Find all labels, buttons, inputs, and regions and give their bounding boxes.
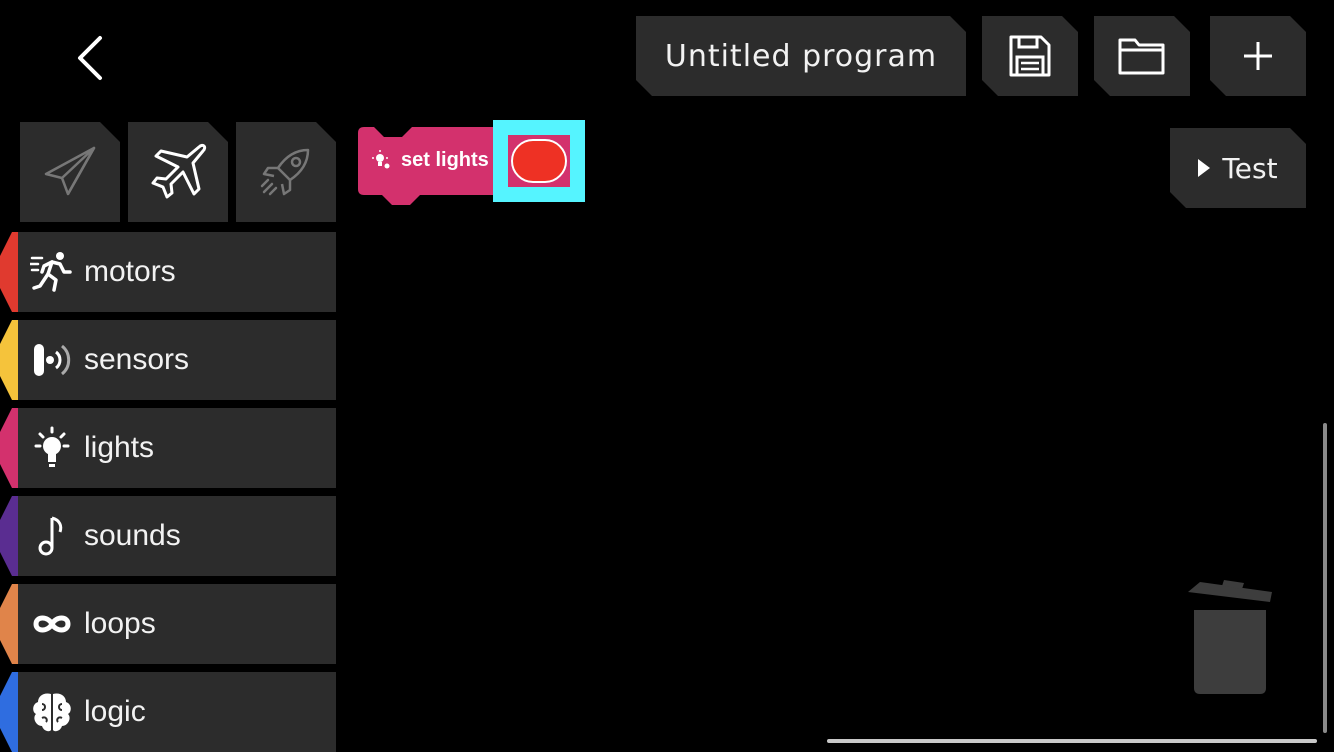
category-label: sounds xyxy=(84,519,181,552)
color-selector-frame xyxy=(508,135,570,187)
category-motors[interactable]: motors xyxy=(0,232,336,312)
block-label: set lights xyxy=(401,149,489,171)
rocket-icon xyxy=(258,144,314,200)
category-label: lights xyxy=(84,431,155,464)
new-program-button[interactable] xyxy=(1210,16,1306,96)
category-loops[interactable]: loops xyxy=(0,584,336,664)
category-label: motors xyxy=(84,255,176,288)
tab-airplane[interactable] xyxy=(128,122,228,222)
category-label: loops xyxy=(84,607,156,640)
trash-can-icon[interactable] xyxy=(1186,580,1276,698)
airplane-icon xyxy=(147,141,209,203)
plus-icon xyxy=(1242,40,1274,72)
back-button[interactable] xyxy=(60,28,120,88)
chevron-left-icon xyxy=(78,36,102,80)
program-title-button[interactable]: Untitled program xyxy=(636,16,966,96)
category-sounds[interactable]: sounds xyxy=(0,496,336,576)
category-label: sensors xyxy=(84,343,190,376)
category-label: logic xyxy=(84,695,146,728)
paper-plane-icon xyxy=(42,144,98,200)
infinity-icon xyxy=(28,600,76,648)
play-icon xyxy=(1198,159,1210,177)
brain-icon xyxy=(28,688,76,736)
category-lights[interactable]: lights xyxy=(0,408,336,488)
lightbulb-icon xyxy=(372,150,390,169)
test-label: Test xyxy=(1222,151,1278,185)
tab-rocket[interactable] xyxy=(236,122,336,222)
save-button[interactable] xyxy=(982,16,1078,96)
horizontal-scrollbar[interactable] xyxy=(827,739,1317,743)
category-logic[interactable]: logic xyxy=(0,672,336,752)
color-selector[interactable] xyxy=(493,120,585,202)
lightbulb-icon xyxy=(28,424,76,472)
running-man-icon xyxy=(28,248,76,296)
color-swatch-red xyxy=(511,139,567,183)
category-sensors[interactable]: sensors xyxy=(0,320,336,400)
folder-icon xyxy=(1117,35,1167,77)
floppy-disk-icon xyxy=(1007,33,1053,79)
sensor-icon xyxy=(28,336,76,384)
vertical-scrollbar[interactable] xyxy=(1323,423,1327,733)
program-title: Untitled program xyxy=(664,38,938,74)
test-button[interactable]: Test xyxy=(1170,128,1306,208)
music-note-icon xyxy=(28,512,76,560)
tab-paper-plane[interactable] xyxy=(20,122,120,222)
set-lights-block[interactable]: set lights xyxy=(358,127,498,205)
open-button[interactable] xyxy=(1094,16,1190,96)
